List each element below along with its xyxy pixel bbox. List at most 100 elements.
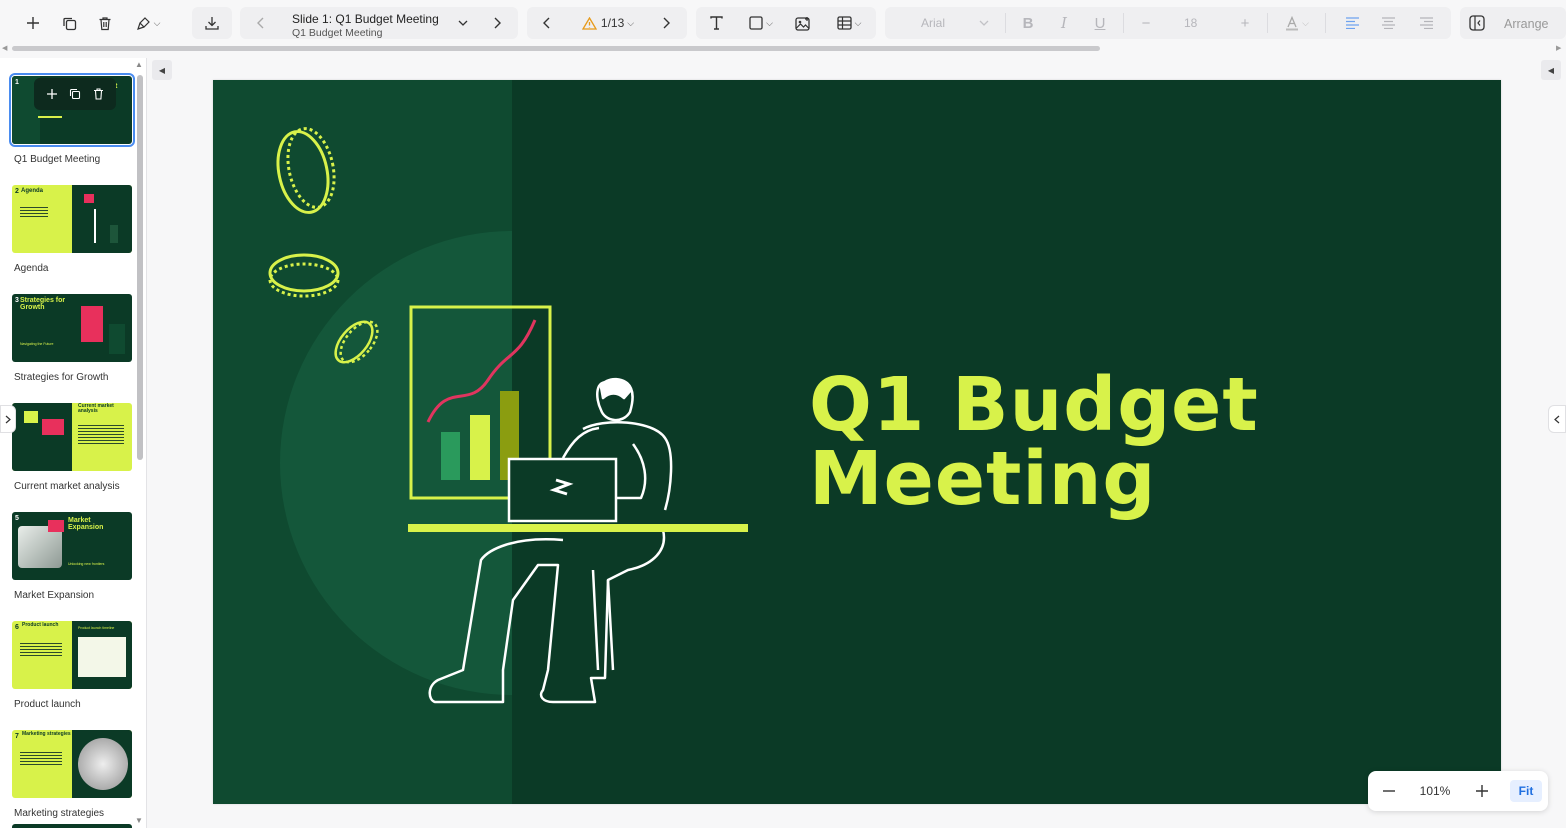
bold-button[interactable]: B <box>1013 7 1043 39</box>
collapse-sidebar-button[interactable]: ◀ <box>152 60 172 80</box>
thumbnail-actions-overlay <box>34 78 116 110</box>
text-format-group: Arial B I U − 18 + ⌵ <box>885 7 1451 39</box>
download-group <box>192 7 232 39</box>
next-button[interactable] <box>651 7 681 39</box>
chevron-right-icon <box>5 415 11 423</box>
slide-counter-dropdown[interactable]: 1/13 ⌵ <box>573 7 643 39</box>
slide-number: 6 <box>15 624 19 631</box>
thumb-title: Market Expansion <box>68 517 104 531</box>
previous-button[interactable] <box>532 7 562 39</box>
horizontal-scrollbar-thumb[interactable] <box>12 46 1100 51</box>
arrange-button[interactable]: Arrange <box>1504 15 1548 33</box>
align-left-icon <box>1345 17 1359 29</box>
font-size-value[interactable]: 18 <box>1184 16 1197 30</box>
paint-brush-icon <box>136 16 150 30</box>
slide-selector-subtitle: Q1 Budget Meeting <box>292 27 383 39</box>
align-right-button[interactable] <box>1411 7 1441 39</box>
format-painter-button[interactable]: ⌵ <box>128 7 168 39</box>
thumb-accent <box>81 306 103 342</box>
thumb-panel <box>72 185 132 253</box>
insert-image-button[interactable] <box>788 7 818 39</box>
slide-selector-title: Slide 1: Q1 Budget Meeting <box>292 12 439 26</box>
insert-text-button[interactable] <box>701 7 731 39</box>
slide-thumbnail-label[interactable]: Agenda <box>14 263 48 274</box>
thumb-title: Agenda <box>21 188 44 194</box>
slide-selector-group: Slide 1: Q1 Budget Meeting Q1 Budget Mee… <box>240 7 518 39</box>
font-size-decrease-button[interactable]: − <box>1131 7 1161 39</box>
add-slide-button[interactable] <box>18 7 48 39</box>
thumb-photo <box>18 526 62 568</box>
slide-selector-dropdown[interactable]: Slide 1: Q1 Budget Meeting Q1 Budget Mee… <box>240 7 475 39</box>
slide-counter: 1/13 <box>600 16 625 30</box>
slide-thumbnail-7[interactable]: 7 Marketing strategies <box>12 730 132 798</box>
download-button[interactable] <box>197 7 227 39</box>
vertical-scrollbar-thumb[interactable] <box>137 75 143 460</box>
slide-thumbnail-2[interactable]: 2 Agenda <box>12 185 132 253</box>
fit-button[interactable]: Fit <box>1510 780 1542 802</box>
toggle-panel-button[interactable] <box>1462 7 1492 39</box>
zoom-level[interactable]: 101% <box>1414 784 1456 798</box>
scroll-down-arrow[interactable]: ▼ <box>135 816 143 825</box>
slide-actions-group: ⌵ <box>12 7 182 39</box>
thumb-timeline <box>78 637 126 677</box>
thumb-subtitle: Navigating the Future <box>20 342 54 346</box>
align-left-button[interactable] <box>1337 7 1367 39</box>
add-slide-overlay-button[interactable] <box>46 88 58 100</box>
duplicate-slide-overlay-button[interactable] <box>69 88 81 100</box>
slide-title[interactable]: Q1 Budget Meeting <box>809 368 1259 516</box>
scroll-left-arrow[interactable]: ◀ <box>2 44 7 52</box>
thumb-desk <box>38 116 62 118</box>
warning-icon <box>581 16 597 30</box>
slide-navigation-group: 1/13 ⌵ <box>527 7 687 39</box>
slide-thumbnail-8[interactable] <box>12 824 132 828</box>
divider <box>1325 13 1326 33</box>
delete-slide-button[interactable] <box>90 7 120 39</box>
slide-thumbnail-5[interactable]: 5 Market Expansion Unlocking new frontie… <box>12 512 132 580</box>
slide-thumbnail-label[interactable]: Marketing strategies <box>14 808 104 819</box>
scroll-right-arrow[interactable]: ▶ <box>1556 44 1561 52</box>
expand-right-panel-button[interactable] <box>1548 405 1566 433</box>
font-color-button[interactable]: ⌵ <box>1277 7 1317 39</box>
insert-table-button[interactable]: ⌵ <box>828 7 870 39</box>
thumb-accent <box>24 411 38 423</box>
font-size-increase-button[interactable]: + <box>1230 7 1260 39</box>
chevron-left-icon <box>1554 415 1560 423</box>
copy-icon <box>62 17 76 30</box>
slide-thumbnail-4[interactable]: Current market analysis <box>12 403 132 471</box>
chevron-right-icon <box>663 17 670 29</box>
expand-sidebar-button[interactable] <box>0 405 16 433</box>
chevron-down-icon: ⌵ <box>766 17 773 28</box>
font-family-select[interactable]: Arial <box>885 7 1003 39</box>
slide-thumbnail-label[interactable]: Current market analysis <box>14 481 120 492</box>
chevron-right-icon <box>494 17 501 29</box>
delete-slide-overlay-button[interactable] <box>93 88 104 100</box>
arrange-label: Arrange <box>1504 17 1549 31</box>
next-slide-arrow[interactable] <box>482 7 512 39</box>
thumb-text-lines <box>20 752 62 767</box>
thumb-title: Marketing strategies <box>22 731 71 737</box>
slide-thumbnail-3[interactable]: 3 Strategies for Growth Navigating the F… <box>12 294 132 362</box>
slide-number: 7 <box>15 733 19 740</box>
slide-canvas[interactable]: Q1 Budget Meeting <box>213 80 1501 804</box>
slide-thumbnail-label[interactable]: Product launch <box>14 699 81 710</box>
scroll-up-arrow[interactable]: ▲ <box>135 60 143 69</box>
italic-button[interactable]: I <box>1049 7 1079 39</box>
zoom-out-button[interactable] <box>1378 777 1400 805</box>
copy-icon <box>70 88 81 100</box>
underline-button[interactable]: U <box>1085 7 1115 39</box>
zoom-in-button[interactable] <box>1471 777 1493 805</box>
thumb-text-lines <box>20 207 48 219</box>
slide-thumbnail-label[interactable]: Market Expansion <box>14 590 94 601</box>
insert-shape-button[interactable]: ⌵ <box>740 7 782 39</box>
thumb-subtitle: Product launch timeline <box>78 626 115 630</box>
toolbar: ⌵ Slide 1: Q1 Budget Meeting Q1 Budget M… <box>0 0 1566 46</box>
slide-thumbnail-label[interactable]: Q1 Budget Meeting <box>14 154 100 165</box>
desk <box>408 524 748 532</box>
slide-thumbnail-label[interactable]: Strategies for Growth <box>14 372 108 383</box>
collapse-right-panel-button[interactable]: ◀ <box>1541 60 1561 80</box>
chevron-down-icon <box>458 20 468 26</box>
slide-thumbnail-6[interactable]: 6 Product launch Product launch timeline <box>12 621 132 689</box>
align-center-button[interactable] <box>1373 7 1403 39</box>
duplicate-slide-button[interactable] <box>54 7 84 39</box>
thumb-subtitle: Unlocking new frontiers <box>68 562 105 566</box>
